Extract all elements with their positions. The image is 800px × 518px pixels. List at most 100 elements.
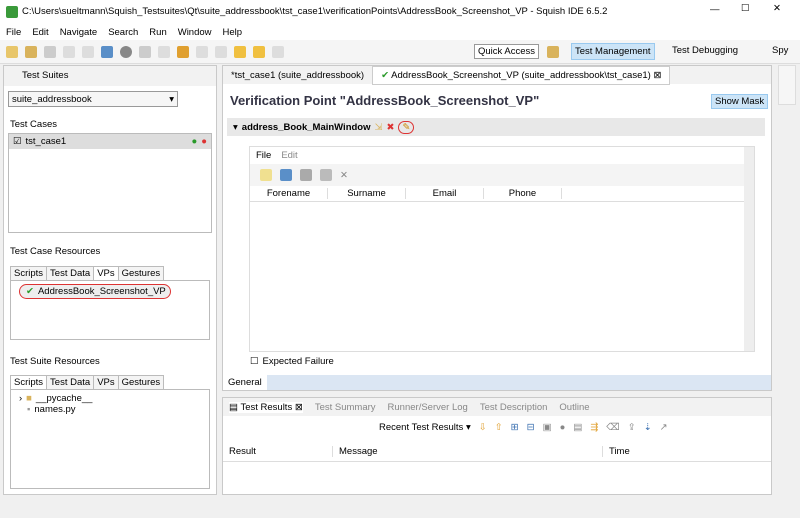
recent-results-dropdown[interactable]: Recent Test Results ▾ (379, 422, 471, 433)
arrow-up-icon[interactable]: ⇧ (495, 422, 503, 433)
tab-test-summary[interactable]: Test Summary (315, 402, 376, 413)
app-table-header: Forename Surname Email Phone (250, 186, 754, 202)
list-item[interactable]: ✔ AddressBook_Screenshot_VP (19, 284, 171, 299)
column-header: Email (406, 188, 484, 199)
column-header: Forename (250, 188, 328, 199)
tab-vps[interactable]: VPs (93, 266, 119, 281)
side-trim (778, 65, 796, 105)
column-message[interactable]: Message (333, 446, 603, 457)
tab-test-data[interactable]: Test Data (46, 375, 95, 390)
collapse-all-icon[interactable]: ⊟ (527, 422, 535, 433)
pick-icon[interactable] (177, 46, 189, 58)
filter-icon[interactable]: ⇶ (590, 422, 598, 433)
column-time[interactable]: Time (603, 446, 630, 457)
suite-resources-label: Test Suite Resources (10, 356, 100, 367)
column-header: Surname (328, 188, 406, 199)
bottom-tabs: ▤ Test Results ⊠ Test Summary Runner/Ser… (223, 398, 771, 416)
tab-vp[interactable]: ✔ AddressBook_Screenshot_VP (suite_addre… (372, 65, 671, 85)
quick-access-field[interactable]: Quick Access (474, 44, 540, 59)
tab-scripts[interactable]: Scripts (10, 266, 48, 281)
tab-general[interactable]: General (223, 375, 267, 390)
menu-search[interactable]: Search (108, 27, 138, 38)
menu-navigate[interactable]: Navigate (60, 27, 98, 38)
test-suites-tab[interactable]: Test Suites (4, 66, 216, 86)
prev-icon[interactable] (253, 46, 265, 58)
remove-icon[interactable]: ✖ (386, 122, 394, 133)
pause-icon[interactable] (139, 46, 151, 58)
suite-select[interactable]: suite_addressbook ▾ (8, 91, 178, 107)
tab-test-results[interactable]: ▤ Test Results ⊠ (229, 401, 303, 413)
checkbox-icon[interactable]: ☑ (13, 136, 22, 147)
arrow-down-icon[interactable]: ⇩ (479, 422, 487, 433)
record-icon[interactable] (120, 46, 132, 58)
results-toolbar: Recent Test Results ▾ ⇩ ⇧ ⊞ ⊟ ▣ ● ▤ ⇶ ⌫ … (379, 422, 668, 433)
back-icon[interactable] (234, 46, 246, 58)
open-perspective-icon[interactable] (547, 46, 559, 58)
show-mask-button[interactable]: Show Mask (711, 94, 769, 109)
app-menu-file: File (256, 150, 272, 161)
close-button[interactable]: ✕ (773, 3, 781, 14)
folder-icon: ■ (26, 393, 32, 404)
test-cases-label: Test Cases (10, 119, 57, 130)
tab-runner-log[interactable]: Runner/Server Log (388, 402, 468, 413)
perspective-test-debugging[interactable]: Test Debugging (672, 45, 738, 56)
column-header: Phone (484, 188, 562, 199)
resource-tabs: Scripts Test Data VPs Gestures (10, 266, 165, 281)
maximize-button[interactable]: ☐ (741, 3, 750, 14)
new-icon (260, 169, 272, 181)
tree-item[interactable]: ▪ names.py (19, 404, 201, 415)
tab-vps[interactable]: VPs (93, 375, 119, 390)
delete-icon[interactable]: ● (201, 136, 207, 147)
menu-file[interactable]: File (6, 27, 21, 38)
tab-gestures[interactable]: Gestures (117, 375, 165, 390)
menu-window[interactable]: Window (178, 27, 212, 38)
globe-icon[interactable]: ● (560, 422, 566, 433)
perspective-spy[interactable]: Spy (772, 45, 788, 56)
perspective-test-management[interactable]: Test Management (571, 43, 655, 60)
open-external-icon[interactable]: ↗ (660, 422, 668, 433)
menu-help[interactable]: Help (223, 27, 243, 38)
report-icon[interactable]: ▣ (543, 422, 552, 433)
tab-outline[interactable]: Outline (559, 402, 589, 413)
tab-test-data[interactable]: Test Data (46, 266, 95, 281)
menu-run[interactable]: Run (149, 27, 166, 38)
file-name: __pycache__ (35, 393, 93, 404)
list-item[interactable]: ☑ tst_case1 ● ● (9, 134, 211, 149)
open-icon[interactable] (25, 46, 37, 58)
checkmark-icon: ✔ (26, 286, 34, 297)
expected-failure-checkbox[interactable]: ☐ Expected Failure (250, 356, 334, 367)
export-icon[interactable]: ⇲ (375, 122, 383, 133)
tab-test-description[interactable]: Test Description (480, 402, 548, 413)
vp-title: Verification Point "AddressBook_Screensh… (230, 93, 540, 108)
play-icon[interactable]: ● (192, 136, 198, 147)
verify-icon[interactable] (215, 46, 227, 58)
scrollbar[interactable] (744, 147, 754, 351)
step-icon[interactable] (158, 46, 170, 58)
undo-icon[interactable] (63, 46, 75, 58)
clear-icon[interactable]: ⌫ (606, 422, 619, 433)
save-icon[interactable] (44, 46, 56, 58)
chevron-down-icon: ▾ (169, 94, 174, 105)
run-icon[interactable] (101, 46, 113, 58)
tab-scripts[interactable]: Scripts (10, 375, 48, 390)
export-icon[interactable]: ▤ (573, 422, 582, 433)
column-result[interactable]: Result (223, 446, 333, 457)
insert-icon[interactable] (196, 46, 208, 58)
expand-all-icon[interactable]: ⊞ (511, 422, 519, 433)
collapse-icon[interactable]: ▾ (233, 122, 238, 133)
new-icon[interactable] (6, 46, 18, 58)
tab-gestures[interactable]: Gestures (117, 266, 165, 281)
menu-edit[interactable]: Edit (32, 27, 48, 38)
tree-item[interactable]: › ■ __pycache__ (19, 393, 201, 404)
edit-icon[interactable]: ✎ (398, 120, 415, 134)
menu-bar: File Edit Navigate Search Run Window Hel… (0, 24, 800, 40)
download-icon[interactable]: ⇣ (644, 422, 652, 433)
forward-icon[interactable] (272, 46, 284, 58)
redo-icon[interactable] (82, 46, 94, 58)
open-icon (280, 169, 292, 181)
minimize-button[interactable]: — (710, 4, 720, 15)
vp-list: ✔ AddressBook_Screenshot_VP (10, 280, 210, 340)
tab-tst-case1[interactable]: *tst_case1 (suite_addressbook) (223, 67, 372, 84)
main-toolbar: Quick Access Test Management Test Debugg… (0, 40, 800, 64)
upload-icon[interactable]: ⇪ (628, 422, 636, 433)
